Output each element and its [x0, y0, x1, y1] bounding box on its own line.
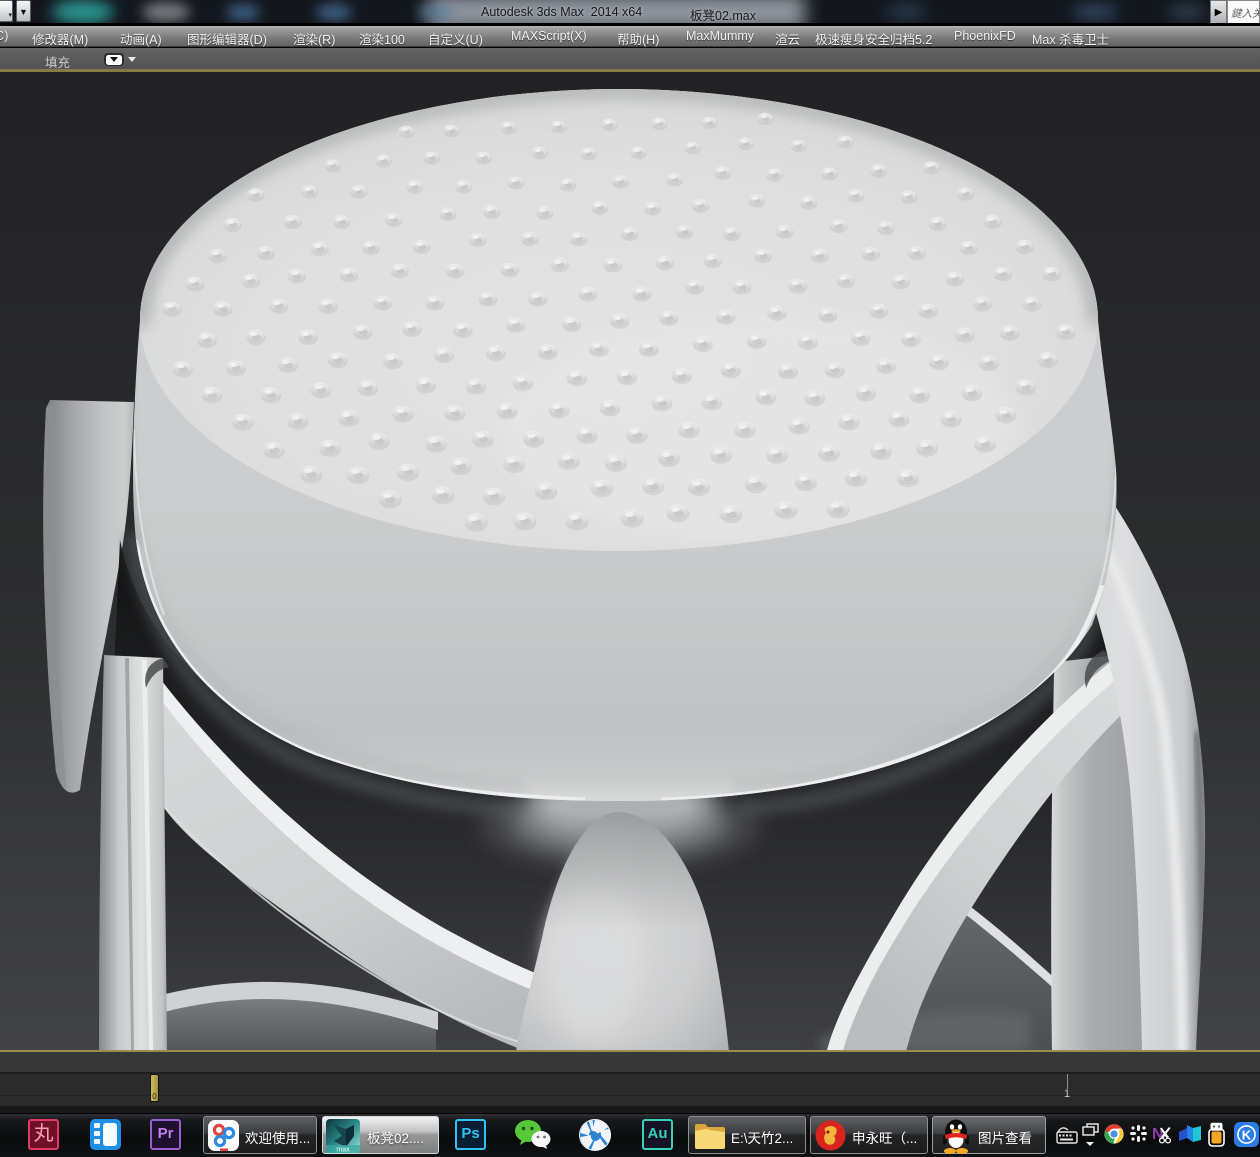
svg-text:max: max [336, 1147, 350, 1154]
svg-text:K: K [1242, 1128, 1252, 1143]
